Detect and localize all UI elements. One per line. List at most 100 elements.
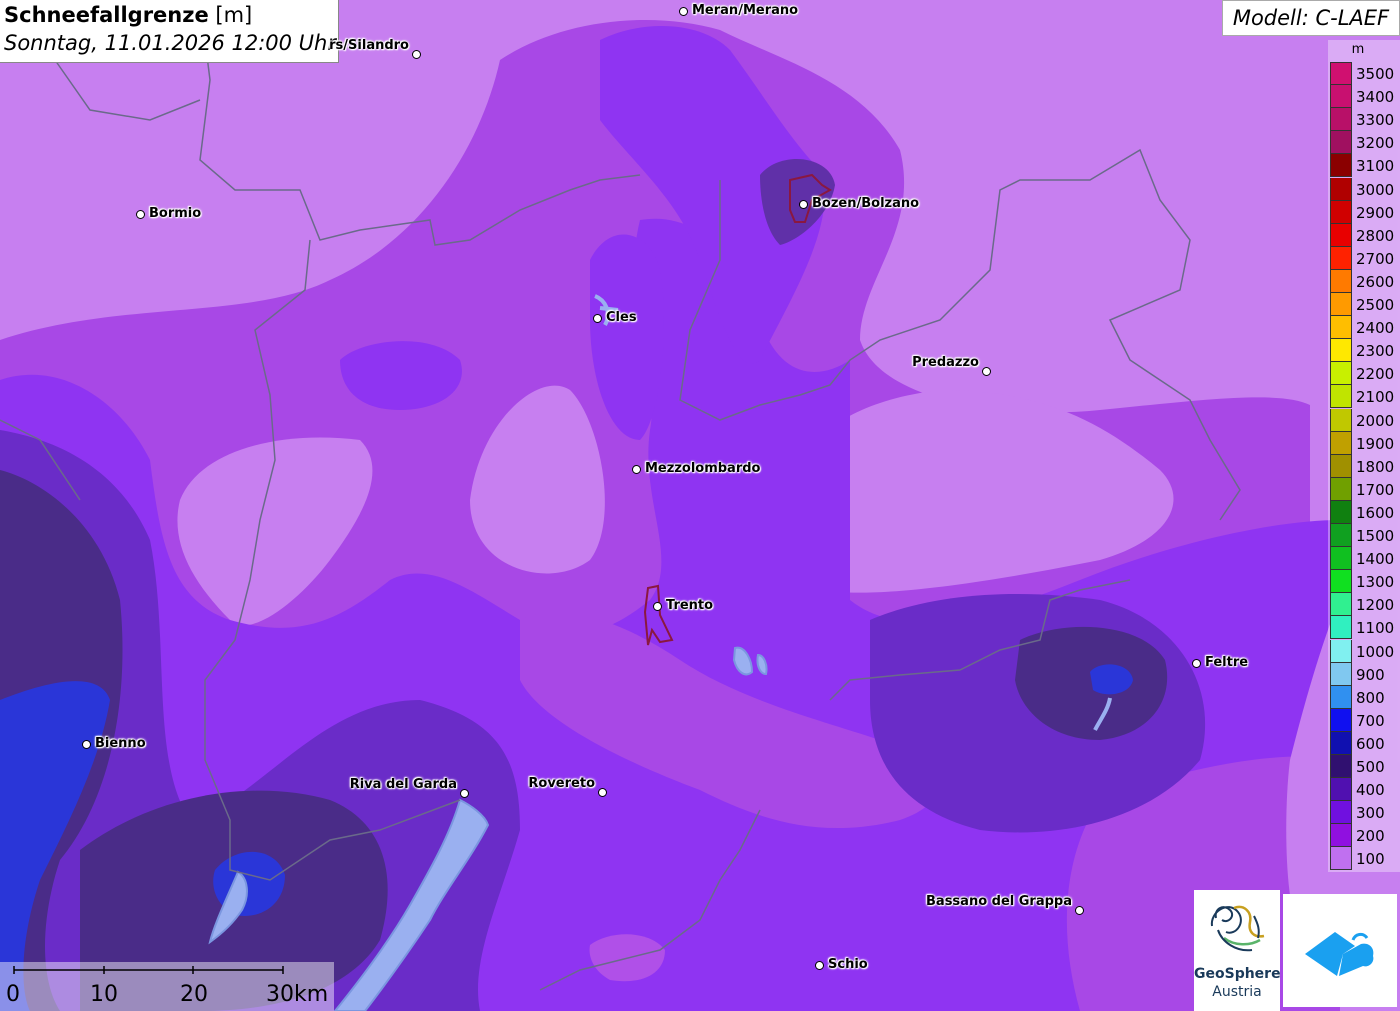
legend-item: 3400 <box>1330 85 1400 109</box>
legend-label: 1600 <box>1356 503 1395 522</box>
legend-item: 1500 <box>1330 524 1400 548</box>
legend-label: 1900 <box>1356 434 1395 453</box>
city-label: Mezzolombardo <box>645 461 761 476</box>
scale-bar-line <box>13 966 284 974</box>
legend-item: 500 <box>1330 755 1400 779</box>
map-title-unit: [m] <box>208 3 253 27</box>
legend-swatch <box>1330 177 1352 201</box>
city-marker[interactable] <box>1192 659 1201 668</box>
city-marker[interactable] <box>1075 906 1084 915</box>
city-marker[interactable] <box>136 210 145 219</box>
legend-item: 600 <box>1330 731 1400 755</box>
legend-item: 3100 <box>1330 154 1400 178</box>
legend-item: 2900 <box>1330 200 1400 224</box>
city-marker[interactable] <box>815 961 824 970</box>
legend-swatch <box>1330 131 1352 155</box>
scale-label-30km: 30km <box>266 982 329 1007</box>
legend-item: 2400 <box>1330 316 1400 340</box>
legend-swatch <box>1330 639 1352 663</box>
legend-swatch <box>1330 62 1352 86</box>
legend-label: 3300 <box>1356 111 1395 130</box>
city-marker[interactable] <box>593 314 602 323</box>
legend-swatch <box>1330 685 1352 709</box>
legend-swatch <box>1330 477 1352 501</box>
legend-item: 2600 <box>1330 269 1400 293</box>
legend-item: 2700 <box>1330 246 1400 270</box>
legend-label: 1100 <box>1356 619 1395 638</box>
legend-swatch <box>1330 662 1352 686</box>
legend-swatch <box>1330 547 1352 571</box>
legend-swatch <box>1330 755 1352 779</box>
legend-label: 2900 <box>1356 203 1395 222</box>
scale-label-0: 0 <box>6 982 20 1007</box>
legend-swatch <box>1330 200 1352 224</box>
snowline-map[interactable] <box>0 0 1400 1011</box>
legend-label: 1800 <box>1356 457 1395 476</box>
legend-label: 2200 <box>1356 365 1395 384</box>
legend-label: 200 <box>1356 827 1385 846</box>
legend-swatch <box>1330 824 1352 848</box>
city-marker[interactable] <box>598 788 607 797</box>
geosphere-mark-icon <box>1210 905 1265 952</box>
legend-item: 1900 <box>1330 431 1400 455</box>
legend-label: 2800 <box>1356 226 1395 245</box>
legend-item: 2300 <box>1330 339 1400 363</box>
legend-swatch <box>1330 154 1352 178</box>
city-marker[interactable] <box>460 789 469 798</box>
geosphere-text-line1: GeoSphere <box>1194 966 1281 982</box>
legend-swatch <box>1330 778 1352 802</box>
geosphere-text-line2: Austria <box>1212 984 1262 1000</box>
app-logo[interactable] <box>1283 894 1397 1007</box>
legend-item: 100 <box>1330 847 1400 871</box>
legend-label: 2600 <box>1356 272 1395 291</box>
legend-item: 300 <box>1330 801 1400 825</box>
city-label: rs/Silandro <box>329 38 409 53</box>
city-marker[interactable] <box>653 602 662 611</box>
legend-label: 2100 <box>1356 388 1395 407</box>
legend-label: 1400 <box>1356 550 1395 569</box>
city-label: Bozen/Bolzano <box>812 196 920 211</box>
legend-swatch <box>1330 731 1352 755</box>
scale-label-20: 20 <box>180 982 208 1007</box>
map-title: Schneefallgrenze [m] <box>4 2 334 29</box>
city-label: Bienno <box>95 736 146 751</box>
legend-label: 500 <box>1356 758 1385 776</box>
legend-label: 1000 <box>1356 642 1395 661</box>
scale-bar: 0 10 20 30km <box>0 962 334 1011</box>
legend-item: 2200 <box>1330 362 1400 386</box>
legend-item: 700 <box>1330 708 1400 732</box>
city-label: Predazzo <box>912 355 979 370</box>
legend-swatch <box>1330 616 1352 640</box>
legend-swatch <box>1330 801 1352 825</box>
city-marker[interactable] <box>799 200 808 209</box>
legend-item: 1200 <box>1330 593 1400 617</box>
legend-swatch <box>1330 293 1352 317</box>
scale-label-10: 10 <box>90 982 118 1007</box>
city-label: Bormio <box>149 206 202 221</box>
city-marker[interactable] <box>679 7 688 16</box>
legend-unit: m <box>1351 42 1365 57</box>
legend-swatch <box>1330 408 1352 432</box>
city-label: Trento <box>666 598 714 613</box>
legend-item: 3300 <box>1330 108 1400 132</box>
geosphere-logo[interactable]: GeoSphere Austria <box>1194 890 1281 1011</box>
legend-swatch <box>1330 362 1352 386</box>
legend-label: 100 <box>1356 850 1385 869</box>
legend-item: 3500 <box>1330 62 1400 86</box>
legend-item: 200 <box>1330 824 1400 848</box>
legend-swatch <box>1330 431 1352 455</box>
legend-swatch <box>1330 593 1352 617</box>
city-marker[interactable] <box>982 367 991 376</box>
legend-label: 1200 <box>1356 596 1395 615</box>
legend-label: 1700 <box>1356 480 1395 499</box>
city-marker[interactable] <box>632 465 641 474</box>
city-marker[interactable] <box>412 50 421 59</box>
legend-label: 2400 <box>1356 319 1395 338</box>
city-marker[interactable] <box>82 740 91 749</box>
legend-label: 800 <box>1356 688 1385 707</box>
map-title-bold: Schneefallgrenze <box>4 3 209 27</box>
legend-label: 1300 <box>1356 573 1395 592</box>
legend-swatch <box>1330 316 1352 340</box>
legend-item: 1400 <box>1330 547 1400 571</box>
city-label: Riva del Garda <box>349 777 457 792</box>
